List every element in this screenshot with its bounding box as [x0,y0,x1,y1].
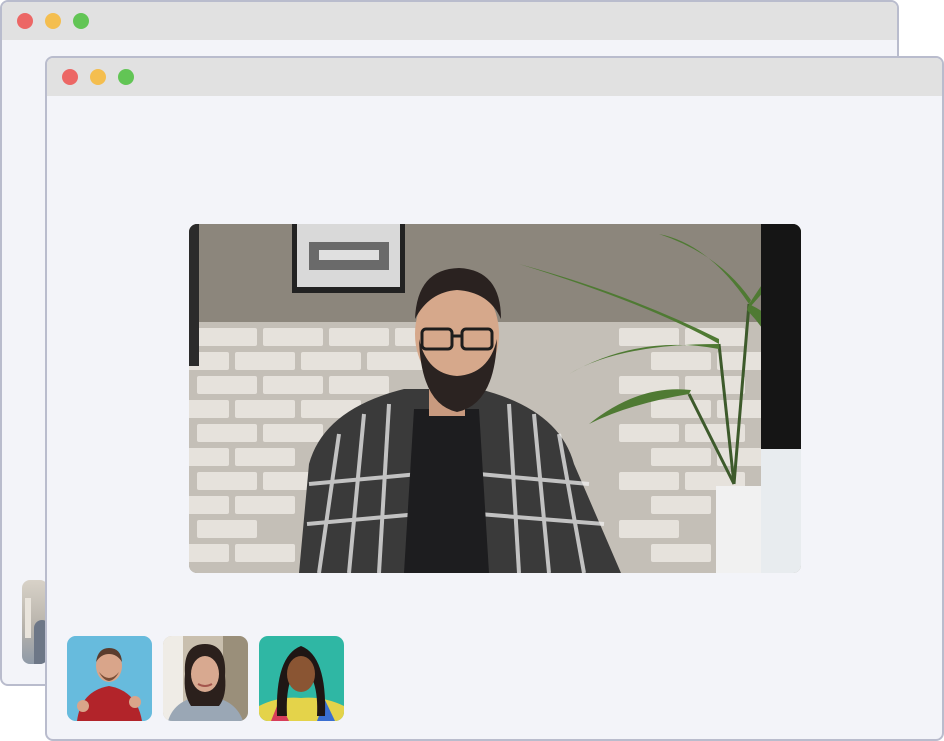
maximize-window-button[interactable] [118,69,134,85]
speaker-video-feed-icon [189,224,801,573]
video-call-window [45,56,944,741]
close-window-button[interactable] [17,13,33,29]
participant-thumbnail[interactable] [259,636,344,721]
participant-thumbnail[interactable] [67,636,152,721]
participant-video-thumbnail-icon [259,636,344,721]
participant-video-thumbnail-icon [163,636,248,721]
participant-video-thumbnail-icon [67,636,152,721]
close-window-button[interactable] [62,69,78,85]
minimize-window-button[interactable] [90,69,106,85]
minimize-window-button[interactable] [45,13,61,29]
maximize-window-button[interactable] [73,13,89,29]
main-speaker-video[interactable] [189,224,801,573]
title-bar [47,58,942,96]
title-bar [2,2,897,40]
participant-thumbnail[interactable] [163,636,248,721]
